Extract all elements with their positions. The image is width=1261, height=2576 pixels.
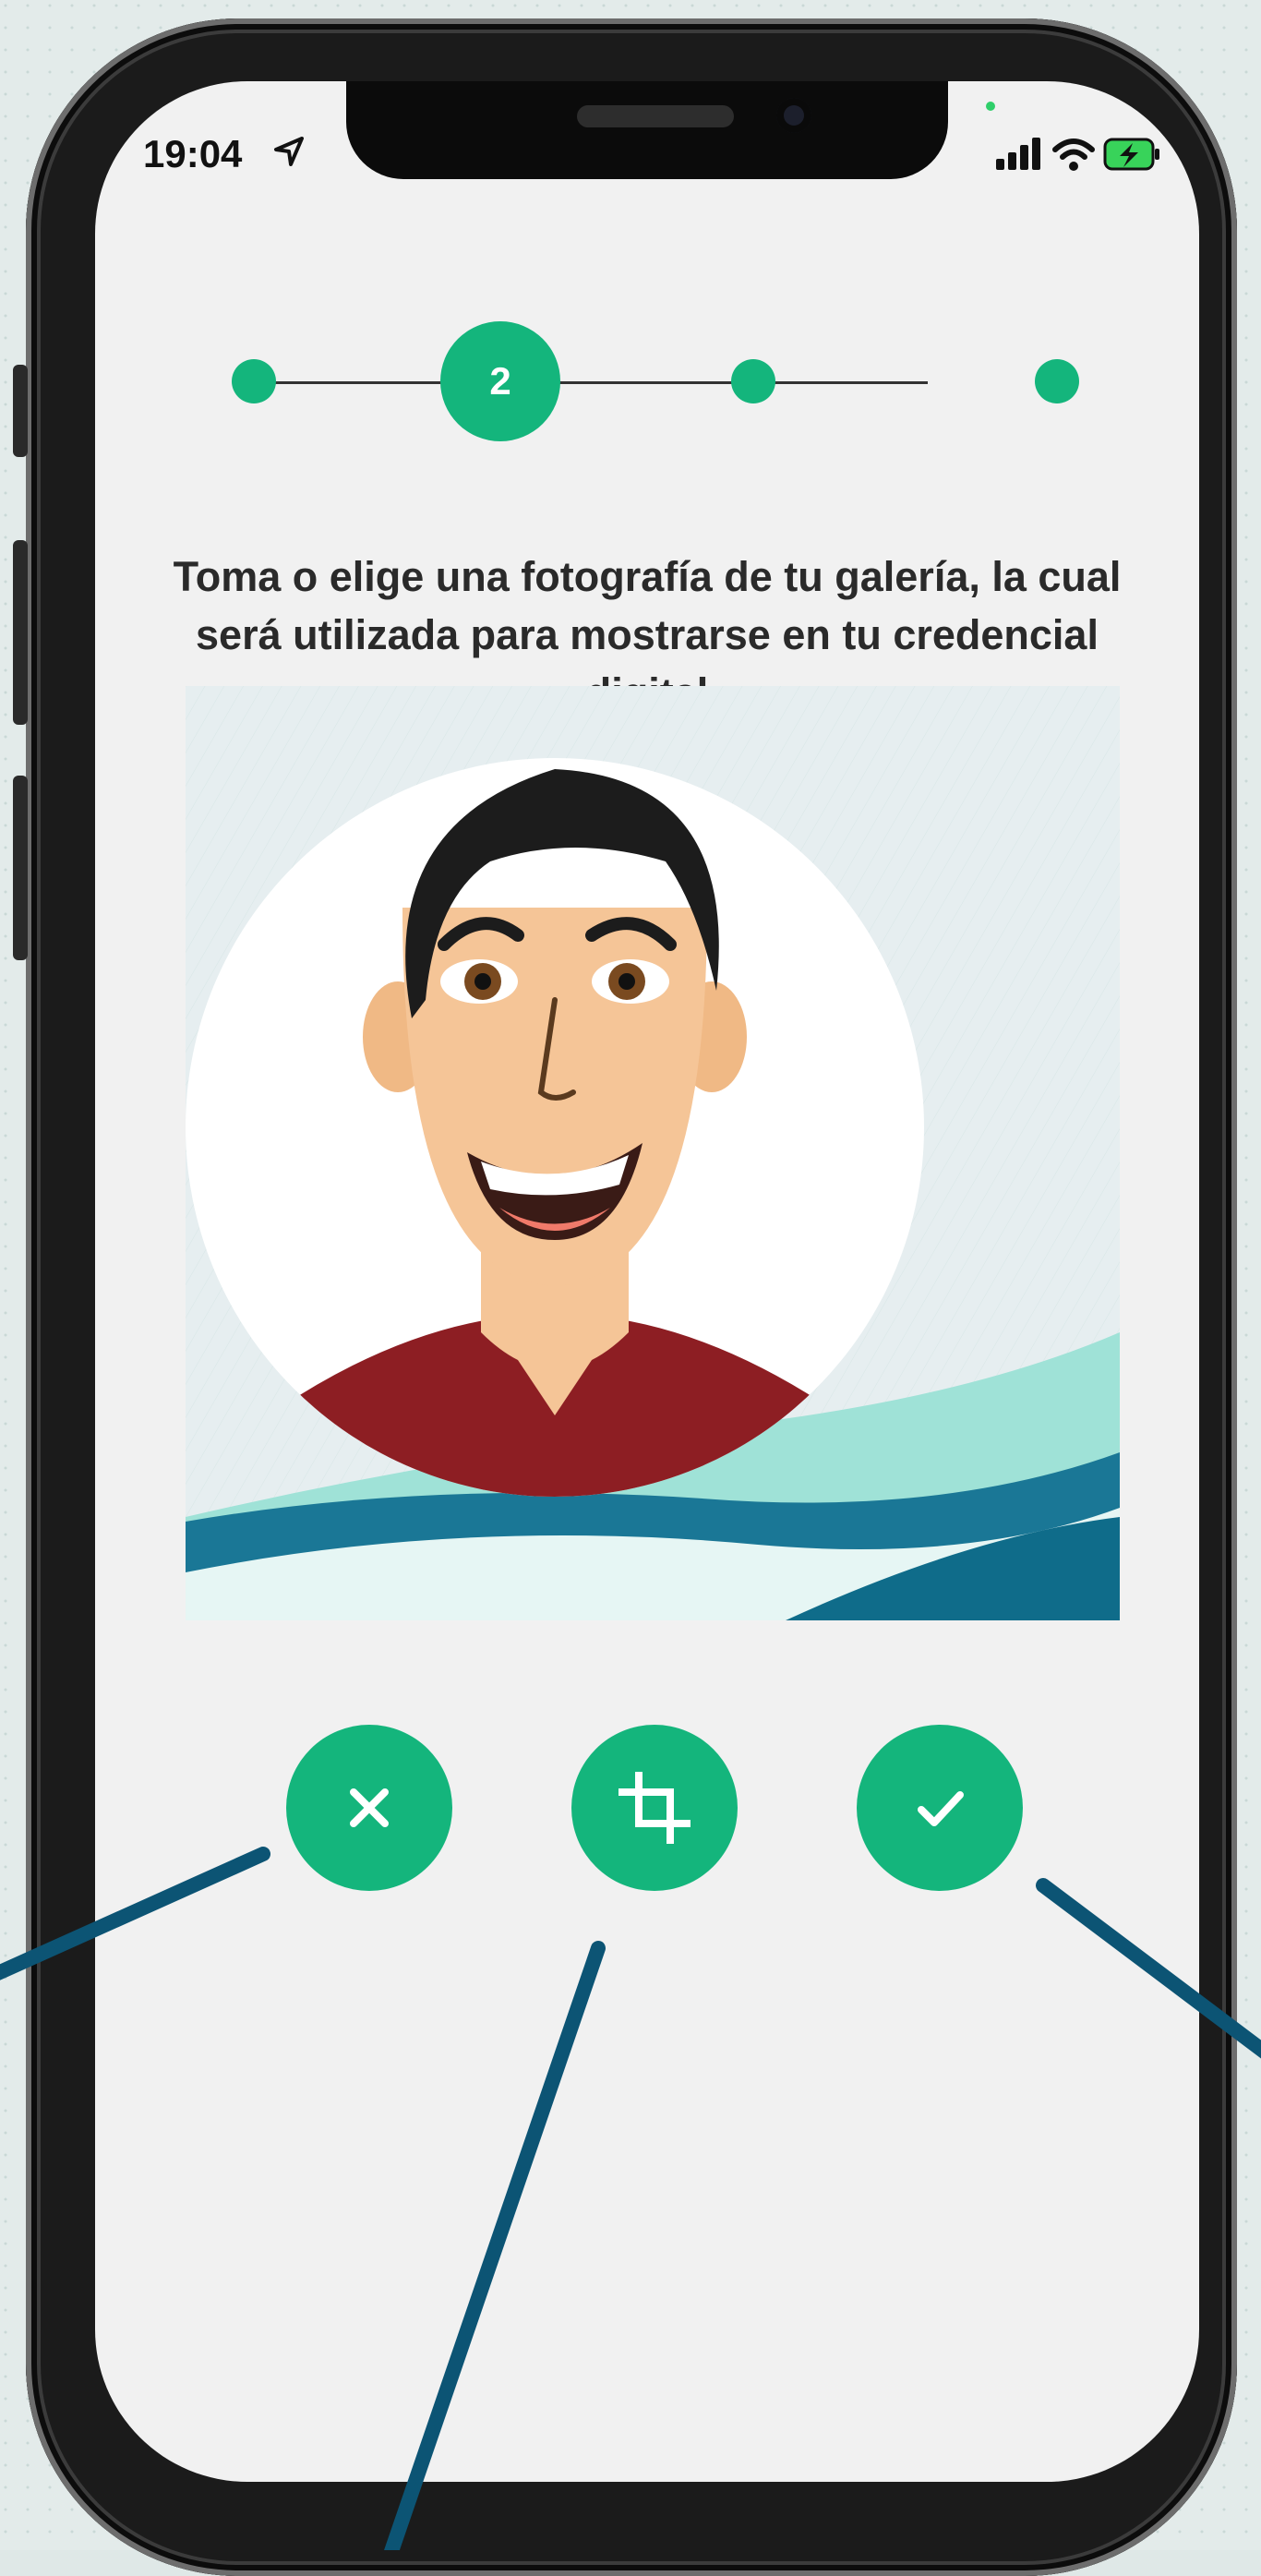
avatar-photo (186, 686, 1120, 1620)
close-icon (350, 1788, 389, 1827)
step-1-dot (232, 359, 276, 403)
phone-screen: 19:04 2 Toma o elige una fotografía de t… (95, 81, 1199, 2482)
location-arrow-icon (274, 137, 304, 166)
signal-icon (996, 138, 1040, 170)
step-3-dot (731, 359, 775, 403)
check-icon (918, 1791, 964, 1826)
notch (346, 81, 948, 179)
crop-icon (618, 1772, 691, 1844)
status-icons (996, 138, 1159, 171)
status-time: 19:04 (143, 132, 243, 175)
step-4-dot (1035, 359, 1079, 403)
side-button-volume-down (13, 776, 28, 960)
front-camera (776, 98, 811, 133)
side-button-mute (13, 365, 28, 457)
side-button-volume-up (13, 540, 28, 725)
progress-stepper: 2 (95, 317, 1199, 446)
step-2-current: 2 (440, 321, 560, 441)
cancel-button[interactable] (286, 1725, 452, 1891)
crop-button[interactable] (571, 1725, 738, 1891)
speaker-grille (577, 105, 734, 127)
privacy-indicator (986, 102, 995, 111)
wifi-icon (1052, 138, 1095, 171)
battery-charging-icon (1103, 138, 1159, 171)
stepper-connector (254, 381, 928, 384)
confirm-button[interactable] (857, 1725, 1023, 1891)
